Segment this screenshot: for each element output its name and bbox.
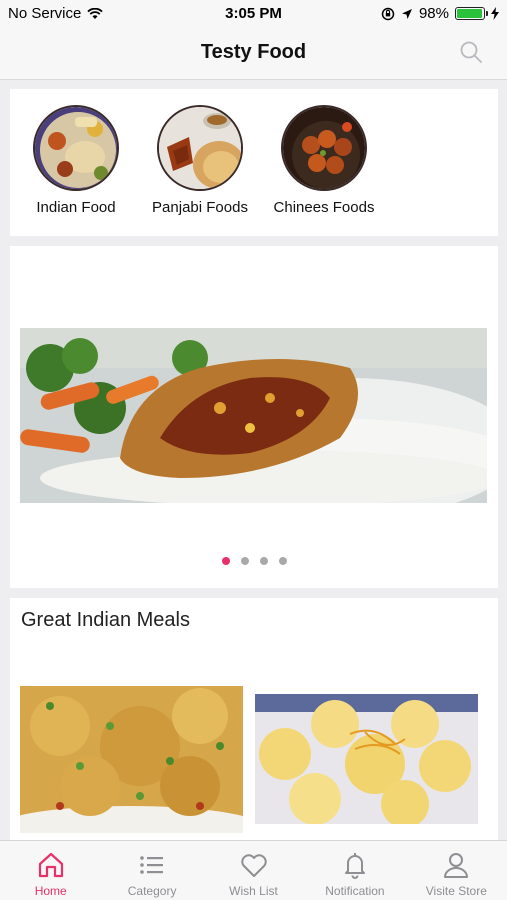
- tab-wish-list[interactable]: Wish List: [203, 841, 304, 900]
- list-icon: [140, 856, 164, 874]
- great-indian-meals-section: Great Indian Meals: [10, 598, 498, 843]
- battery-icon: [455, 7, 488, 20]
- rotation-lock-icon: [381, 7, 395, 20]
- charging-bolt-icon: [491, 7, 499, 20]
- page-title: Testy Food: [200, 41, 307, 63]
- category-label: Indian Food: [36, 199, 116, 216]
- search-icon[interactable]: [459, 40, 483, 64]
- chinese-food-image: [281, 105, 367, 191]
- tab-notification[interactable]: Notification: [304, 841, 405, 900]
- heart-icon: [240, 854, 267, 877]
- category-label: Chinees Foods: [273, 199, 375, 216]
- banner-carousel[interactable]: [10, 246, 498, 588]
- location-arrow-icon: [401, 8, 412, 19]
- status-bar: No Service 3:05 PM 98%: [0, 0, 507, 28]
- tab-bar: Home Category Wish List Notification Vis…: [0, 840, 507, 900]
- tab-label: Notification: [325, 884, 385, 898]
- tab-label: Wish List: [229, 884, 278, 898]
- tab-label: Category: [127, 884, 177, 898]
- navigation-bar: Testy Food: [0, 28, 507, 80]
- panjabi-food-image: [157, 105, 243, 191]
- bell-icon: [344, 853, 365, 879]
- section-title: Great Indian Meals: [21, 609, 190, 631]
- page-dot[interactable]: [221, 557, 230, 565]
- tab-home[interactable]: Home: [0, 841, 101, 900]
- category-chinees-foods[interactable]: Chinees Foods: [269, 105, 379, 216]
- page-dot[interactable]: [259, 557, 268, 565]
- tab-label: Home: [34, 884, 67, 898]
- status-right: 98%: [381, 5, 499, 22]
- chicken-rice-banner-image: [20, 328, 487, 503]
- category-indian-food[interactable]: Indian Food: [21, 105, 131, 216]
- tab-visite-store[interactable]: Visite Store: [406, 841, 507, 900]
- category-label: Panjabi Foods: [152, 199, 248, 216]
- category-panjabi-foods[interactable]: Panjabi Foods: [145, 105, 255, 216]
- home-icon: [38, 852, 63, 878]
- battery-fill: [457, 9, 483, 18]
- rasgulla-sweets-image[interactable]: [255, 694, 478, 824]
- category-strip: Indian Food Panjabi Foods Chinees Foods: [10, 89, 498, 236]
- vegetable-poha-image[interactable]: [20, 686, 243, 833]
- page-indicator[interactable]: [10, 557, 498, 565]
- tab-label: Visite Store: [425, 884, 487, 898]
- page-dot[interactable]: [240, 557, 249, 565]
- page-dot[interactable]: [278, 557, 287, 565]
- indian-thali-image: [33, 105, 119, 191]
- battery-percent: 98%: [418, 5, 449, 22]
- tab-category[interactable]: Category: [101, 841, 202, 900]
- person-icon: [444, 853, 469, 878]
